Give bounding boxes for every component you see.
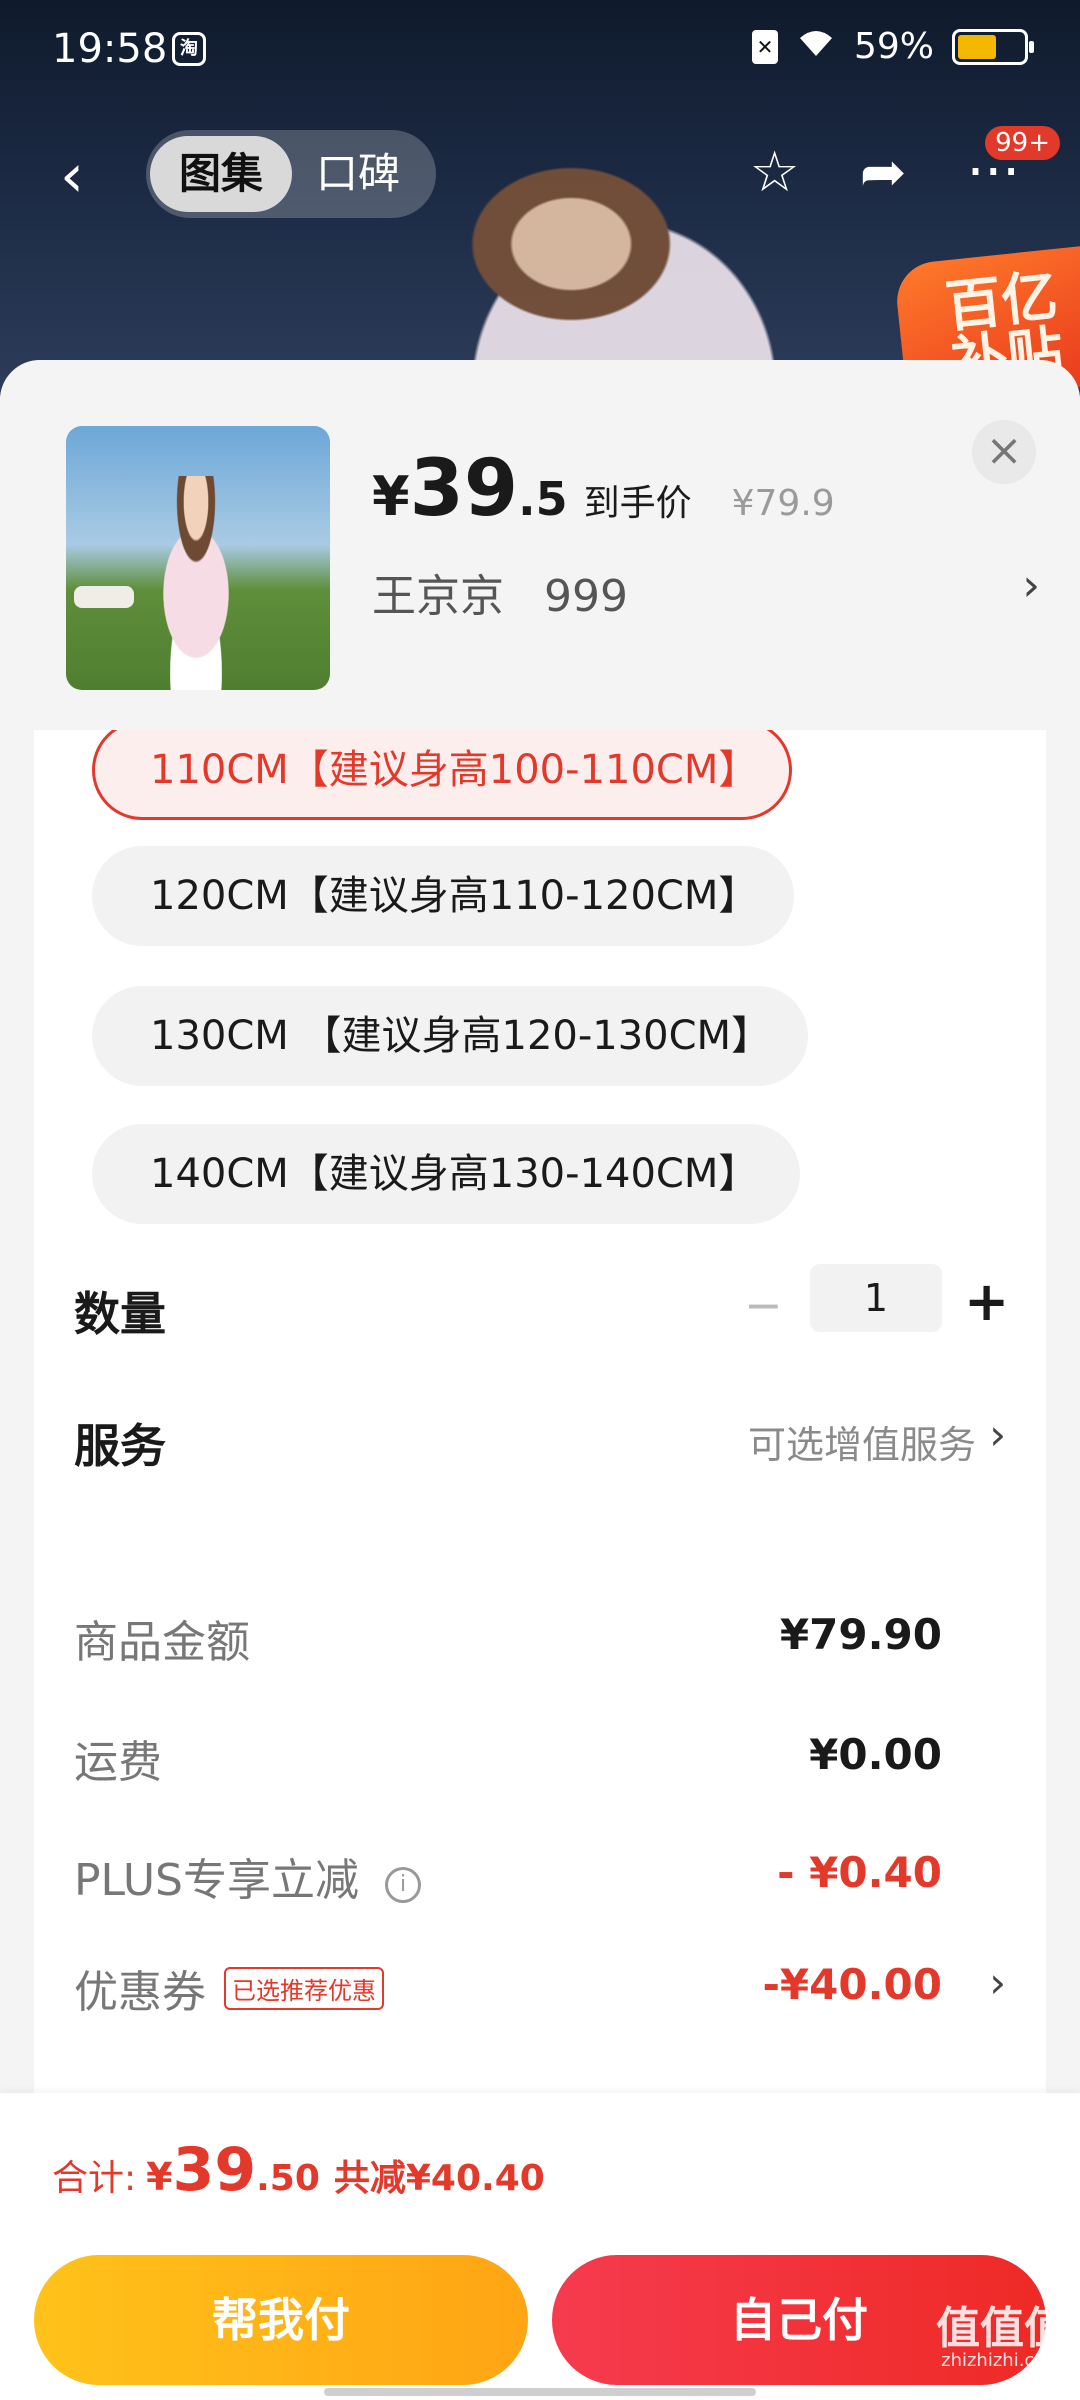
coupon-tag: 已选推荐优惠: [224, 1967, 384, 2010]
top-nav: ‹ 图集 口碑 ☆ ➦ ··· 99+: [0, 126, 1080, 220]
fee-row-coupon[interactable]: 优惠券 已选推荐优惠 -¥40.00 ›: [74, 1956, 1006, 2018]
back-icon[interactable]: ‹: [60, 146, 100, 206]
tab-gallery[interactable]: 图集: [150, 136, 292, 212]
checkout-bar: 合计: ¥ 39 .50 共减¥40.40 帮我付 自己付 值值值 zhizhi…: [0, 2093, 1080, 2400]
watermark: 值值值 zhizhizhi.com: [936, 2303, 1068, 2371]
size-option-130[interactable]: 130CM 【建议身高120-130CM】: [92, 986, 808, 1086]
sheet-header: ¥ 39 .5 到手价 ¥79.9 × 王京京 999 ›: [0, 360, 1080, 730]
status-bar: 19:58 淘 ✕ 59%: [0, 0, 1080, 100]
price-label: 到手价: [583, 483, 692, 524]
price-integer: 39: [409, 444, 519, 534]
info-icon[interactable]: i: [385, 1867, 421, 1903]
total-decimal: .50: [256, 2158, 320, 2199]
total-summary: 合计: ¥ 39 .50 共减¥40.40: [52, 2135, 545, 2205]
chevron-right-icon[interactable]: ›: [989, 1410, 1006, 1459]
size-option-120[interactable]: 120CM【建议身高110-120CM】: [92, 846, 794, 946]
wifi-icon: [796, 26, 836, 67]
total-currency: ¥: [146, 2155, 173, 2199]
taobao-app-icon: 淘: [172, 32, 206, 66]
original-price: ¥79.9: [731, 483, 835, 524]
plus-discount-value: - ¥0.40: [777, 1848, 942, 1897]
total-label: 合计:: [52, 2158, 137, 2199]
ask-friend-pay-button[interactable]: 帮我付: [34, 2255, 528, 2385]
fee-card: 商品金额 ¥79.90 运费 ¥0.00 PLUS专享立减 i - ¥0.40 优…: [34, 1550, 1046, 2130]
sim-icon: ✕: [751, 29, 778, 64]
plus-discount-label: PLUS专享立减 i: [74, 1844, 421, 1908]
price-currency: ¥: [372, 465, 410, 528]
status-time: 19:58: [52, 26, 168, 72]
goods-amount-label: 商品金额: [74, 1617, 250, 1668]
size-option-140[interactable]: 140CM【建议身高130-140CM】: [92, 1124, 800, 1224]
chevron-right-icon[interactable]: ›: [989, 1958, 1006, 2007]
home-indicator[interactable]: [324, 2388, 756, 2396]
quantity-plus-button[interactable]: +: [964, 1270, 1009, 1333]
quantity-input[interactable]: 1: [810, 1264, 942, 1332]
battery-percent: 59%: [853, 26, 934, 67]
favorite-star-icon[interactable]: ☆: [749, 140, 799, 205]
spec-size: 999: [544, 571, 628, 622]
shipping-value: ¥0.00: [809, 1730, 942, 1779]
price-decimal: .5: [518, 472, 568, 526]
fee-row-shipping: 运费 ¥0.00: [74, 1726, 1006, 1788]
total-saved: 共减¥40.40: [333, 2158, 545, 2199]
share-icon[interactable]: ➦: [860, 140, 907, 205]
coupon-label: 优惠券 已选推荐优惠: [74, 1956, 384, 2020]
status-icons: ✕ 59%: [751, 26, 1034, 67]
quantity-label: 数量: [74, 1287, 166, 1341]
spec-name: 王京京: [372, 571, 504, 622]
shipping-label: 运费: [74, 1737, 162, 1788]
goods-amount-value: ¥79.90: [779, 1610, 942, 1659]
close-button[interactable]: ×: [972, 420, 1036, 484]
gallery-review-switch: 图集 口碑: [146, 130, 436, 218]
nav-actions: ☆ ➦ ···: [749, 140, 1020, 205]
price-row: ¥ 39 .5 到手价 ¥79.9: [372, 444, 835, 534]
tab-reviews[interactable]: 口碑: [316, 136, 400, 212]
chevron-right-icon[interactable]: ›: [1022, 560, 1040, 611]
product-thumbnail[interactable]: [66, 426, 330, 690]
selected-spec[interactable]: 王京京 999: [372, 560, 628, 624]
message-badge: 99+: [985, 126, 1060, 160]
coupon-value: -¥40.00: [762, 1960, 942, 2009]
fee-row-goods: 商品金额 ¥79.90: [74, 1606, 1006, 1668]
total-integer: 39: [172, 2135, 257, 2205]
fee-row-plus: PLUS专享立减 i - ¥0.40: [74, 1844, 1006, 1906]
service-value[interactable]: 可选增值服务: [748, 1414, 976, 1469]
service-label: 服务: [74, 1419, 166, 1473]
size-option-110[interactable]: 110CM【建议身高100-110CM】: [92, 730, 792, 820]
quantity-minus-button[interactable]: −: [744, 1278, 783, 1332]
battery-icon: [952, 28, 1034, 65]
